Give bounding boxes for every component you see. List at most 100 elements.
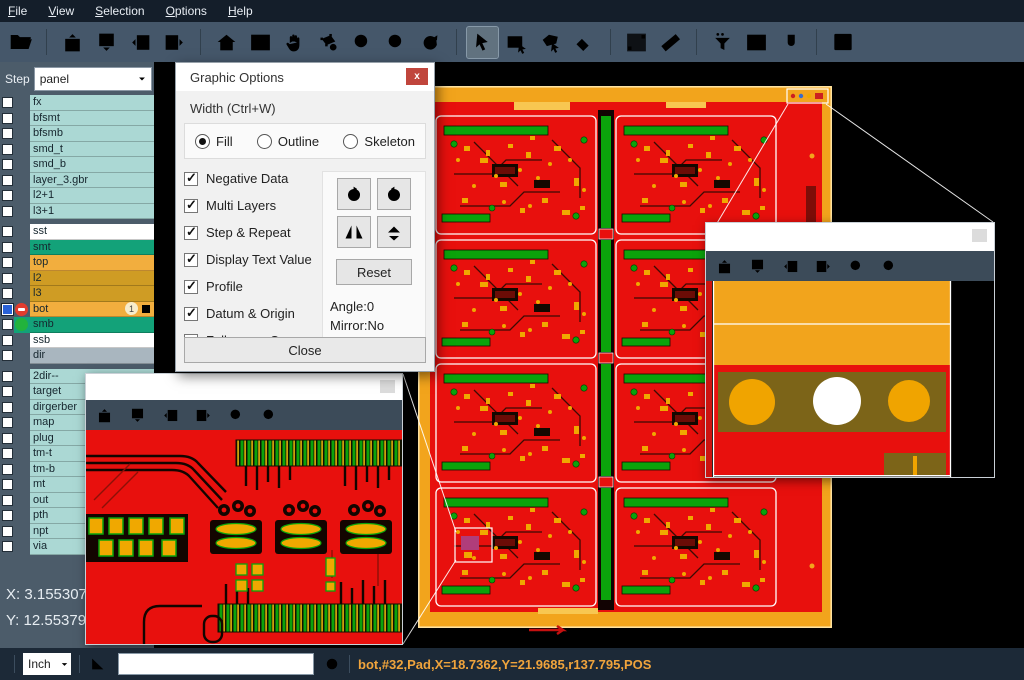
layer-visibility-checkbox[interactable] [2, 371, 13, 382]
zoom-out-button[interactable] [260, 406, 279, 425]
layer-visibility-checkbox[interactable] [2, 128, 13, 139]
layer-label[interactable]: bfsmt [33, 112, 154, 124]
layer-visibility-checkbox[interactable] [2, 175, 13, 186]
view-options-button[interactable] [741, 27, 772, 58]
zoom-in-button[interactable] [847, 257, 866, 276]
select-cursor-button[interactable] [467, 27, 498, 58]
layer-row-dir[interactable]: dir [0, 348, 154, 364]
layer-row-l2[interactable]: l2 [0, 271, 154, 287]
layer-visibility-checkbox[interactable] [2, 464, 13, 475]
layer-label[interactable]: l3 [33, 287, 154, 299]
snap-magnet-button[interactable] [775, 27, 806, 58]
menu-file[interactable]: File [8, 4, 27, 18]
layer-label[interactable]: bfsmb [33, 127, 154, 139]
checkbox-profile[interactable]: Profile [184, 279, 316, 294]
rotate-cw-button[interactable] [337, 178, 371, 210]
rect-select-button[interactable] [501, 27, 532, 58]
pan-left-button[interactable] [161, 406, 180, 425]
checkbox-negative-data[interactable]: Negative Data [184, 171, 316, 186]
radio-fill[interactable]: Fill [195, 134, 233, 149]
angle-corner-icon[interactable] [88, 654, 108, 674]
clean-brush-button[interactable] [569, 27, 600, 58]
layer-row-bfsmb[interactable]: bfsmb [0, 126, 154, 142]
layer-visibility-checkbox[interactable] [2, 479, 13, 490]
dialog-close-button[interactable]: x [406, 68, 428, 85]
menu-selection[interactable]: Selection [95, 4, 144, 18]
pan-up-button[interactable] [57, 27, 88, 58]
magnifier-window-button[interactable] [380, 380, 395, 393]
layer-row-sst[interactable]: sst [0, 224, 154, 240]
zoom-in-button[interactable] [227, 406, 246, 425]
pan-right-button[interactable] [194, 406, 213, 425]
unit-select[interactable]: Inch [23, 653, 71, 675]
layer-visibility-checkbox[interactable] [2, 206, 13, 217]
zoom-in-button[interactable] [347, 27, 378, 58]
drag-zoom-button[interactable] [313, 27, 344, 58]
layer-visibility-checkbox[interactable] [2, 510, 13, 521]
layer-visibility-checkbox[interactable] [2, 226, 13, 237]
layer-label[interactable]: l3+1 [33, 205, 154, 217]
layer-row-smd_b[interactable]: smd_b [0, 157, 154, 173]
mirror-horizontal-button[interactable] [377, 216, 411, 248]
pan-right-button[interactable] [814, 257, 833, 276]
layer-row-smd_t[interactable]: smd_t [0, 142, 154, 158]
layer-row-smb[interactable]: smb [0, 317, 154, 333]
command-input[interactable] [118, 653, 314, 675]
zoom-home-button[interactable] [211, 27, 242, 58]
layer-row-ssb[interactable]: ssb [0, 333, 154, 349]
layer-visibility-checkbox[interactable] [2, 113, 13, 124]
measure-line-button[interactable] [621, 27, 652, 58]
zoom-previous-button[interactable] [415, 27, 446, 58]
layer-visibility-checkbox[interactable] [2, 288, 13, 299]
layer-label[interactable]: dir [33, 349, 154, 361]
magnifier-window-right[interactable] [705, 222, 995, 478]
layer-row-l3plus1[interactable]: l3+1 [0, 204, 154, 220]
layer-label[interactable]: sst [33, 225, 154, 237]
reset-button[interactable]: Reset [336, 259, 412, 285]
pan-up-button[interactable] [95, 406, 114, 425]
layer-row-top[interactable]: top [0, 255, 154, 271]
pan-hand-button[interactable] [279, 27, 310, 58]
layer-label[interactable]: ssb [33, 334, 154, 346]
layer-row-bfsmt[interactable]: bfsmt [0, 111, 154, 127]
menu-options[interactable]: Options [166, 4, 207, 18]
open-file-button[interactable] [5, 27, 36, 58]
layer-visibility-checkbox[interactable] [2, 257, 13, 268]
checkbox-multi-layers[interactable]: Multi Layers [184, 198, 316, 213]
rotate-ccw-button[interactable] [377, 178, 411, 210]
layer-label[interactable]: smd_b [33, 158, 154, 170]
layer-visibility-checkbox[interactable] [2, 386, 13, 397]
checkbox-step-repeat[interactable]: Step & Repeat [184, 225, 316, 240]
checkbox-display-text-value[interactable]: Display Text Value [184, 252, 316, 267]
sync-arrow-icon[interactable] [323, 655, 341, 673]
magnifier-titlebar[interactable] [86, 374, 402, 400]
layer-visibility-checkbox[interactable] [2, 304, 13, 315]
layer-visibility-checkbox[interactable] [2, 350, 13, 361]
filter-button[interactable] [707, 27, 738, 58]
layer-visibility-checkbox[interactable] [2, 97, 13, 108]
close-button[interactable]: Close [184, 337, 426, 363]
layer-row-smt[interactable]: smt [0, 240, 154, 256]
poly-select-button[interactable] [535, 27, 566, 58]
pan-down-button[interactable] [748, 257, 767, 276]
mirror-vertical-button[interactable] [337, 216, 371, 248]
layer-visibility-checkbox[interactable] [2, 495, 13, 506]
pan-up-button[interactable] [715, 257, 734, 276]
dialog-titlebar[interactable]: Graphic Options [176, 63, 434, 91]
pan-left-button[interactable] [125, 27, 156, 58]
layer-visibility-checkbox[interactable] [2, 541, 13, 552]
magnifier-titlebar[interactable] [706, 223, 994, 251]
layer-label[interactable]: layer_3.gbr [33, 174, 154, 186]
layer-panel-button[interactable] [827, 27, 858, 58]
layer-row-l2plus1[interactable]: l2+1 [0, 188, 154, 204]
layer-row-fx[interactable]: fx [0, 95, 154, 111]
layer-visibility-checkbox[interactable] [2, 159, 13, 170]
zoom-out-button[interactable] [381, 27, 412, 58]
pan-down-button[interactable] [91, 27, 122, 58]
layer-label[interactable]: l2 [33, 272, 154, 284]
layer-label[interactable]: smb [33, 318, 154, 330]
ruler-button[interactable] [655, 27, 686, 58]
grid-icon[interactable] [140, 303, 152, 315]
layer-visibility-checkbox[interactable] [2, 402, 13, 413]
zoom-window-button[interactable] [245, 27, 276, 58]
